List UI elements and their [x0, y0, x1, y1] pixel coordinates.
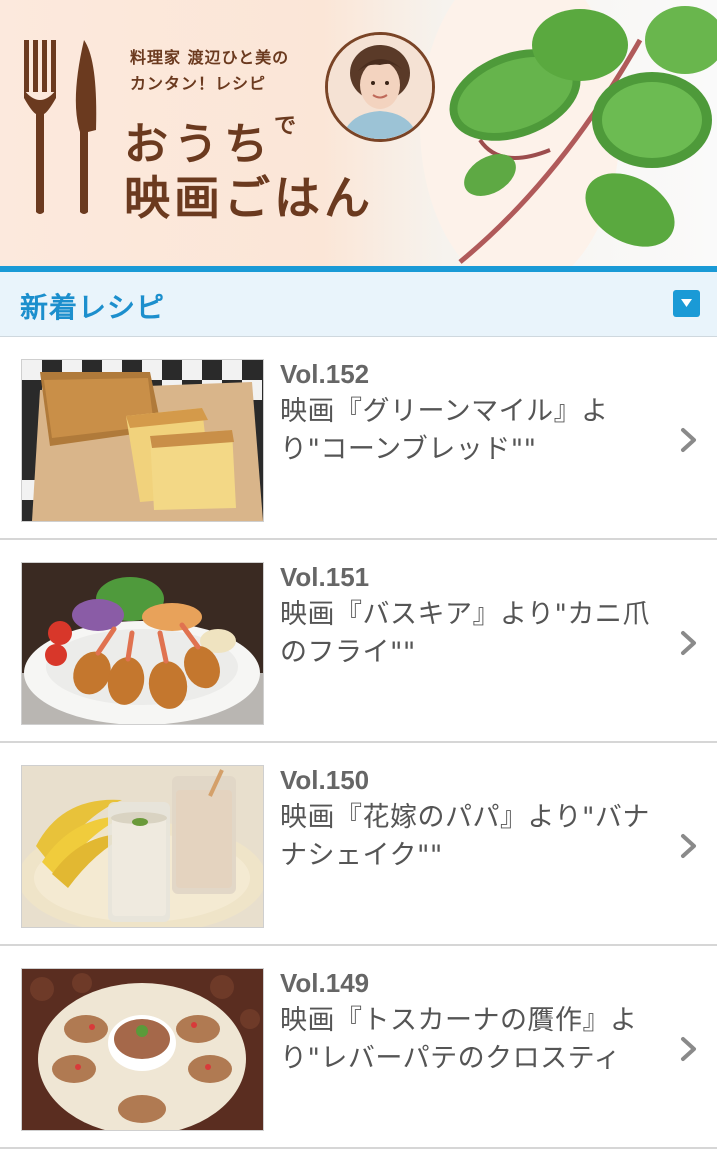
banner-subtitle-line2: カンタン！レシピ [130, 74, 267, 93]
recipe-title[interactable]: 映画『バスキア』より"カニ爪のフライ"" [280, 596, 660, 672]
recipe-vol-number: Vol.150 [280, 765, 370, 795]
recipe-item-vol150[interactable]: Vol.150 映画『花嫁のパパ』より"バナナシェイク"" [0, 743, 717, 946]
recipe-title[interactable]: 映画『グリーンマイル』より"コーンブレッド"" [280, 393, 660, 469]
recipe-vol-number: Vol.152 [280, 359, 370, 389]
section-toggle-button[interactable] [673, 290, 700, 317]
recipe-thumbnail-liver-pate[interactable] [21, 968, 264, 1131]
recipe-item-vol152[interactable]: Vol.152 映画『グリーンマイル』より"コーンブレッド"" [0, 337, 717, 540]
banner-subtitle-line1: 料理家 渡辺ひと美の [130, 48, 290, 67]
header-banner[interactable]: 料理家 渡辺ひと美の カンタン！レシピ おうちで 映画ごはん [0, 0, 717, 266]
recipe-title[interactable]: 映画『花嫁のパパ』より"バナナシェイク"" [280, 799, 660, 875]
section-header-new-recipes: 新着レシピ [0, 272, 717, 337]
chevron-right-icon[interactable] [680, 427, 698, 453]
recipe-list: Vol.152 映画『グリーンマイル』より"コーンブレッド"" Vol.151 … [0, 337, 717, 1149]
chef-avatar [325, 32, 435, 142]
chevron-right-icon[interactable] [680, 833, 698, 859]
recipe-thumbnail-banana-shake[interactable] [21, 765, 264, 928]
fork-icon [24, 40, 56, 214]
chevron-right-icon[interactable] [680, 630, 698, 656]
recipe-vol-number: Vol.149 [280, 968, 370, 998]
banner-title-line2: 映画ごはん [124, 171, 374, 225]
caret-down-icon [681, 299, 692, 307]
section-title: 新着レシピ [20, 291, 166, 324]
banner-title-small: で [274, 113, 297, 139]
recipe-thumbnail-cornbread[interactable] [21, 359, 264, 522]
recipe-thumbnail-crab-claw[interactable] [21, 562, 264, 725]
mint-leaves-image [449, 6, 717, 264]
recipe-vol-number: Vol.151 [280, 562, 370, 592]
chevron-right-icon[interactable] [680, 1036, 698, 1062]
recipe-item-vol151[interactable]: Vol.151 映画『バスキア』より"カニ爪のフライ"" [0, 540, 717, 743]
knife-icon [75, 40, 97, 214]
recipe-item-vol149[interactable]: Vol.149 映画『トスカーナの贋作』より"レバーパテのクロスティ [0, 946, 717, 1149]
recipe-title[interactable]: 映画『トスカーナの贋作』より"レバーパテのクロスティ [280, 1002, 660, 1078]
